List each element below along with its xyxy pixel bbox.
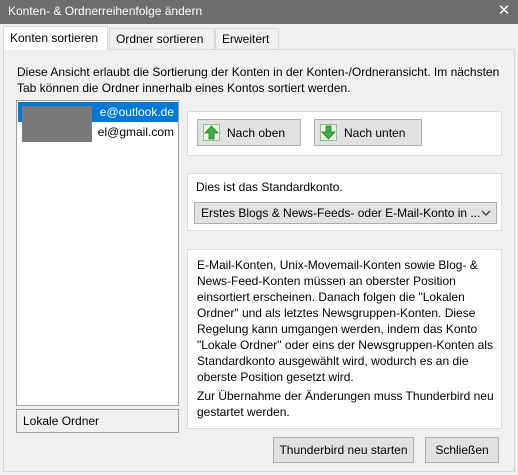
default-account-group: Dies ist das Standardkonto. Erstes Blogs… [187,173,502,231]
dialog-window: Konten- & Ordnerreihenfolge ändern ✕ Kon… [0,0,518,475]
tab-konten-sortieren[interactable]: Konten sortieren [3,26,108,50]
move-down-label: Nach unten [344,126,406,140]
arrow-up-icon [203,124,220,141]
local-folder-item[interactable]: Lokale Ordner [16,409,179,433]
move-up-label: Nach oben [227,126,286,140]
close-button[interactable]: Schließen [425,437,499,463]
account-list[interactable]: e@outlook.de el@gmail.com [16,100,179,406]
intro-text: Diese Ansicht erlaubt die Sortierung der… [17,65,500,95]
default-account-select[interactable]: Erstes Blogs & News-Feeds- oder E-Mail-K… [194,202,497,224]
account-label: el@gmail.com [97,125,174,139]
tab-erweitert[interactable]: Erweitert [215,28,279,49]
window-title: Konten- & Ordnerreihenfolge ändern [8,4,203,18]
restart-note: Zur Übernahme der Änderungen muss Thunde… [197,389,494,419]
info-paragraph: E-Mail-Konten, Unix-Movemail-Konten sowi… [197,258,494,384]
title-bar: Konten- & Ordnerreihenfolge ändern ✕ [0,0,518,24]
move-group: Nach oben Nach unten [187,111,502,156]
tab-ordner-sortieren[interactable]: Ordner sortieren [109,28,215,49]
account-label: e@outlook.de [99,105,174,119]
tab-bar: Konten sortieren Ordner sortieren Erweit… [0,26,518,50]
info-group: E-Mail-Konten, Unix-Movemail-Konten sowi… [187,249,502,429]
chevron-down-icon [481,203,491,223]
move-up-button[interactable]: Nach oben [197,119,301,146]
close-icon[interactable]: ✕ [490,0,518,24]
default-account-label: Dies ist das Standardkonto. [196,180,343,194]
restart-thunderbird-button[interactable]: Thunderbird neu starten [273,437,414,463]
default-account-value: Erstes Blogs & News-Feeds- oder E-Mail-K… [201,206,481,220]
redacted-region [22,106,92,142]
arrow-down-icon [320,124,337,141]
move-down-button[interactable]: Nach unten [314,119,422,146]
